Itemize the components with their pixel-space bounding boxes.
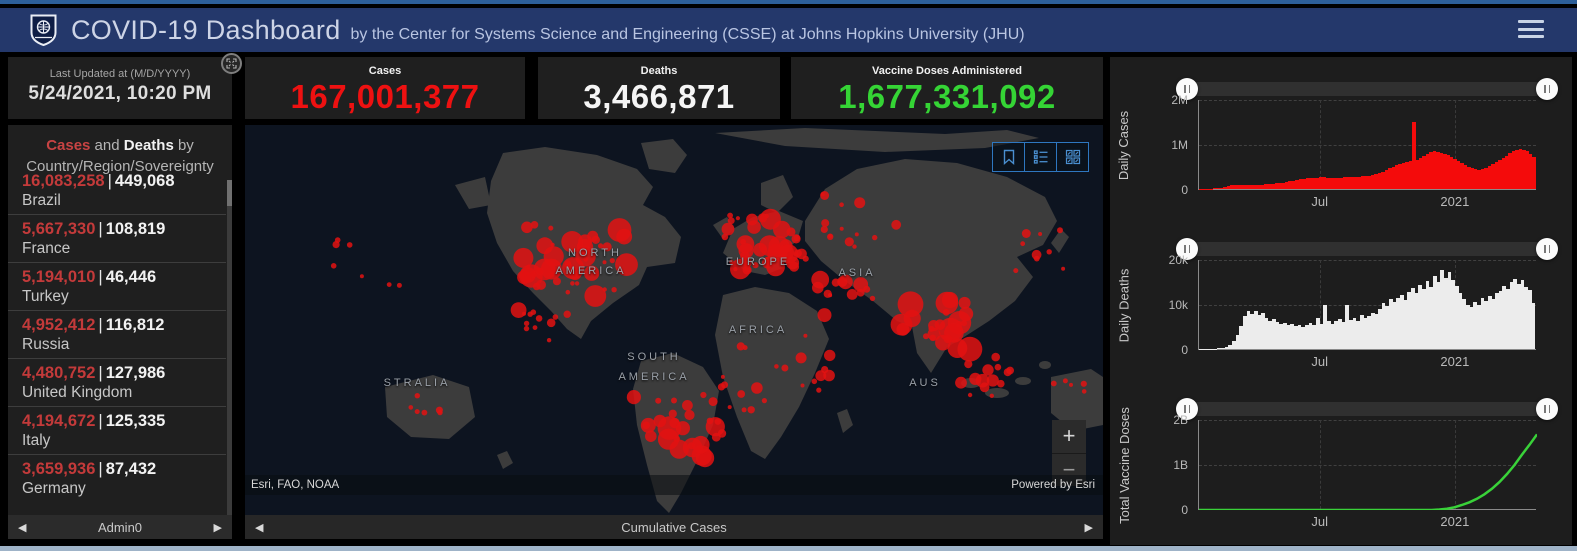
y-axis-label: Daily Cases — [1116, 110, 1132, 180]
continent-label: EUROPE — [725, 256, 791, 268]
page-title: COVID-19 Dashboard — [71, 14, 341, 45]
x-axis-ticks: Jul 2021 — [1311, 514, 1470, 529]
bars-layer — [1199, 100, 1536, 189]
y-axis-ticks: 2M 1M 0 — [1171, 93, 1188, 197]
cases-counter-panel: Cases 167,001,377 — [245, 57, 525, 119]
plot-area — [1198, 420, 1537, 510]
expand-icon[interactable] — [221, 53, 242, 74]
last-updated-panel: Last Updated at (M/D/YYYY) 5/24/2021, 10… — [8, 57, 232, 119]
continent-label: ASIA — [838, 267, 876, 279]
list-pager-label: Admin0 — [97, 519, 143, 535]
heading-and-word: and — [90, 137, 124, 154]
vaccine-label: Vaccine Doses Administered — [872, 65, 1022, 77]
legend-list-icon[interactable] — [1024, 142, 1057, 172]
last-updated-value: 5/24/2021, 10:20 PM — [28, 83, 212, 104]
country-rows: 16,083,258 | 449,068 Brazil 5,667,330 | 108,81… — [8, 167, 226, 502]
powered-by-esri-link[interactable]: Powered by Esri — [1011, 479, 1095, 491]
hamburger-menu-icon[interactable] — [1518, 20, 1544, 40]
list-item[interactable]: 5,194,010 | 46,446 Turkey — [8, 262, 226, 310]
cases-value: 167,001,377 — [290, 78, 480, 115]
line-layer — [1199, 433, 1537, 510]
vaccine-value: 1,677,331,092 — [838, 78, 1056, 115]
list-scrollbar-thumb[interactable] — [227, 180, 232, 206]
y-axis-label: Total Vaccine Doses — [1116, 406, 1132, 524]
top-accent-strip — [0, 0, 1577, 4]
bars-layer — [1199, 260, 1536, 349]
covid-dashboard: COVID-19 Dashboard by the Center for Sys… — [0, 0, 1577, 551]
map-carousel-pager: ◀ Cumulative Cases ▶ — [245, 515, 1103, 539]
list-item[interactable]: 4,952,412 | 116,812 Russia — [8, 310, 226, 358]
list-item[interactable]: 4,194,672 | 125,335 Italy — [8, 406, 226, 454]
carousel-left-icon[interactable]: ◀ — [245, 515, 273, 539]
list-item[interactable]: 3,659,936 | 87,432 Germany — [8, 454, 226, 502]
slider-handle-right-icon[interactable] — [1536, 398, 1558, 420]
map-canvas[interactable]: NORTH AMERICA EUROPE ASIA AFRICA SOUTH AMERICA… — [245, 125, 1103, 515]
list-pager: ◀ Admin0 ▶ — [8, 515, 232, 539]
country-list-panel: Cases and Deaths by Country/Region/Sover… — [8, 125, 232, 515]
carousel-right-icon[interactable]: ▶ — [1075, 515, 1103, 539]
daily-deaths-chart: Daily Deaths 20k 10k 0 Jul 2021 — [1110, 238, 1570, 402]
basemap-grid-icon[interactable] — [1056, 142, 1089, 172]
jhu-shield-logo — [30, 14, 57, 46]
zoom-in-button[interactable]: + — [1052, 420, 1086, 453]
continent-label: SOUTH — [627, 351, 681, 363]
list-item[interactable]: 4,480,752 | 127,986 United Kingdom — [8, 358, 226, 406]
cases-label: Cases — [368, 65, 402, 77]
bottom-edge-strip — [0, 546, 1577, 551]
pager-right-icon[interactable]: ▶ — [204, 515, 232, 539]
map-toolbar — [992, 142, 1089, 172]
list-item[interactable]: 16,083,258 | 449,068 Brazil — [8, 167, 226, 214]
y-axis-ticks: 2B 1B 0 — [1173, 413, 1188, 517]
header-bar: COVID-19 Dashboard by the Center for Sys… — [0, 8, 1577, 52]
continent-label: AFRICA — [728, 324, 788, 336]
bookmark-icon[interactable] — [992, 142, 1025, 172]
heading-cases-word: Cases — [46, 137, 91, 154]
pager-left-icon[interactable]: ◀ — [8, 515, 36, 539]
heading-deaths-word: Deaths — [123, 137, 174, 154]
deaths-value: 3,466,871 — [583, 78, 735, 115]
last-updated-label: Last Updated at (M/D/YYYY) — [49, 68, 191, 80]
header-titles: COVID-19 Dashboard by the Center for Sys… — [71, 15, 1025, 46]
time-slider-track[interactable] — [1176, 398, 1558, 420]
list-scrollbar[interactable] — [227, 180, 232, 515]
world-map — [245, 125, 1103, 515]
slider-handle-right-icon[interactable] — [1536, 78, 1558, 100]
y-axis-label: Daily Deaths — [1116, 268, 1132, 342]
map-attribution-bar — [245, 475, 1103, 495]
map-attribution: Esri, FAO, NOAA — [251, 479, 340, 491]
time-slider-track[interactable] — [1176, 238, 1558, 260]
vaccine-counter-panel: Vaccine Doses Administered 1,677,331,092 — [791, 57, 1103, 119]
continent-label: STRALIA — [383, 377, 451, 389]
heading-by-word: by — [173, 137, 194, 154]
x-axis-ticks: Jul 2021 — [1311, 354, 1470, 369]
list-item[interactable]: 5,667,330 | 108,819 France — [8, 214, 226, 262]
continent-label: AUS — [909, 377, 941, 389]
continent-label: NORTH — [568, 247, 622, 259]
x-axis-ticks: Jul 2021 — [1311, 194, 1470, 209]
slider-handle-right-icon[interactable] — [1536, 238, 1558, 260]
carousel-label: Cumulative Cases — [621, 519, 727, 535]
time-slider-track[interactable] — [1176, 78, 1558, 100]
y-axis-ticks: 20k 10k 0 — [1168, 253, 1188, 357]
continent-label: AMERICA — [555, 265, 627, 277]
page-subtitle: by the Center for Systems Science and En… — [350, 25, 1025, 43]
daily-cases-chart: Daily Cases 2M 1M 0 Jul 2021 — [1110, 78, 1570, 242]
plot-area — [1198, 260, 1536, 350]
deaths-counter-panel: Deaths 3,466,871 — [538, 57, 780, 119]
total-vaccine-doses-chart: Total Vaccine Doses 2B 1B 0 Jul 2021 — [1110, 398, 1570, 551]
charts-panel: Daily Cases 2M 1M 0 Jul 2021 Daily Deaths 2… — [1110, 57, 1572, 545]
continent-label: AMERICA — [618, 371, 690, 383]
deaths-label: Deaths — [640, 65, 678, 77]
plot-area — [1198, 100, 1536, 190]
